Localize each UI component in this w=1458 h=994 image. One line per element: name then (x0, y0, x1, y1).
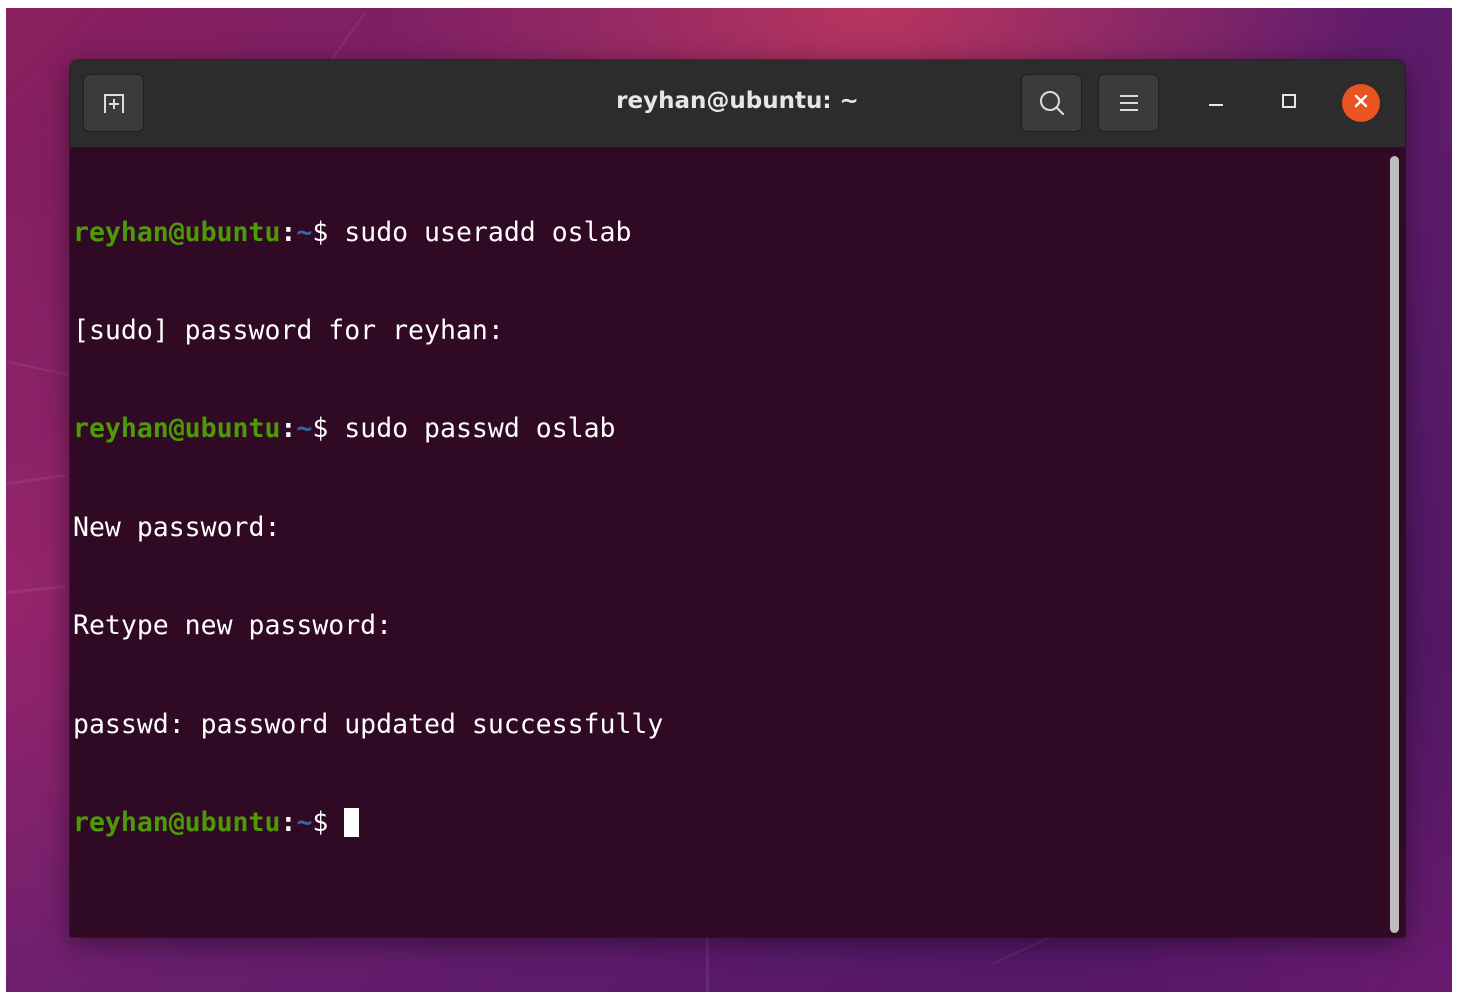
text-cursor (344, 807, 360, 837)
new-tab-icon (100, 90, 128, 116)
terminal-line: New password: (73, 511, 281, 543)
menu-button[interactable] (1098, 74, 1159, 132)
prompt-user-host: reyhan@ubuntu (73, 216, 281, 248)
terminal-line: [sudo] password for reyhan: (73, 314, 504, 346)
desktop-wallpaper: reyhan@ubuntu: ~ reyhan@ubuntu:~$ sudo u… (6, 8, 1452, 992)
prompt-path: ~ (296, 806, 313, 838)
terminal-line: Retype new password: (73, 610, 393, 642)
search-icon (1038, 89, 1066, 117)
maximize-icon (1280, 92, 1298, 115)
hamburger-menu-icon (1118, 93, 1140, 113)
close-button[interactable] (1342, 84, 1380, 122)
terminal-output: reyhan@ubuntu:~$ sudo useradd oslab [sud… (73, 151, 663, 905)
terminal-line: passwd: password updated successfully (73, 708, 664, 740)
terminal-window: reyhan@ubuntu: ~ reyhan@ubuntu:~$ sudo u… (70, 60, 1405, 937)
vertical-scrollbar[interactable] (1390, 156, 1399, 933)
prompt-path: ~ (296, 216, 313, 248)
close-icon (1352, 92, 1370, 115)
terminal-area[interactable]: reyhan@ubuntu:~$ sudo useradd oslab [sud… (70, 148, 1405, 937)
terminal-line: reyhan@ubuntu:~$ (73, 807, 663, 840)
prompt-user-host: reyhan@ubuntu (73, 806, 281, 838)
prompt-user-host: reyhan@ubuntu (73, 413, 281, 445)
command-text: sudo useradd oslab (344, 216, 632, 248)
minimize-icon (1207, 92, 1225, 115)
new-tab-button[interactable] (83, 74, 144, 132)
search-button[interactable] (1021, 74, 1082, 132)
prompt-path: ~ (296, 413, 313, 445)
minimize-button[interactable] (1197, 84, 1235, 122)
maximize-button[interactable] (1270, 84, 1308, 122)
window-headerbar[interactable]: reyhan@ubuntu: ~ (70, 60, 1405, 148)
terminal-line: reyhan@ubuntu:~$ sudo passwd oslab (73, 413, 616, 445)
terminal-line: reyhan@ubuntu:~$ sudo useradd oslab (73, 216, 632, 248)
command-text: sudo passwd oslab (344, 413, 616, 445)
